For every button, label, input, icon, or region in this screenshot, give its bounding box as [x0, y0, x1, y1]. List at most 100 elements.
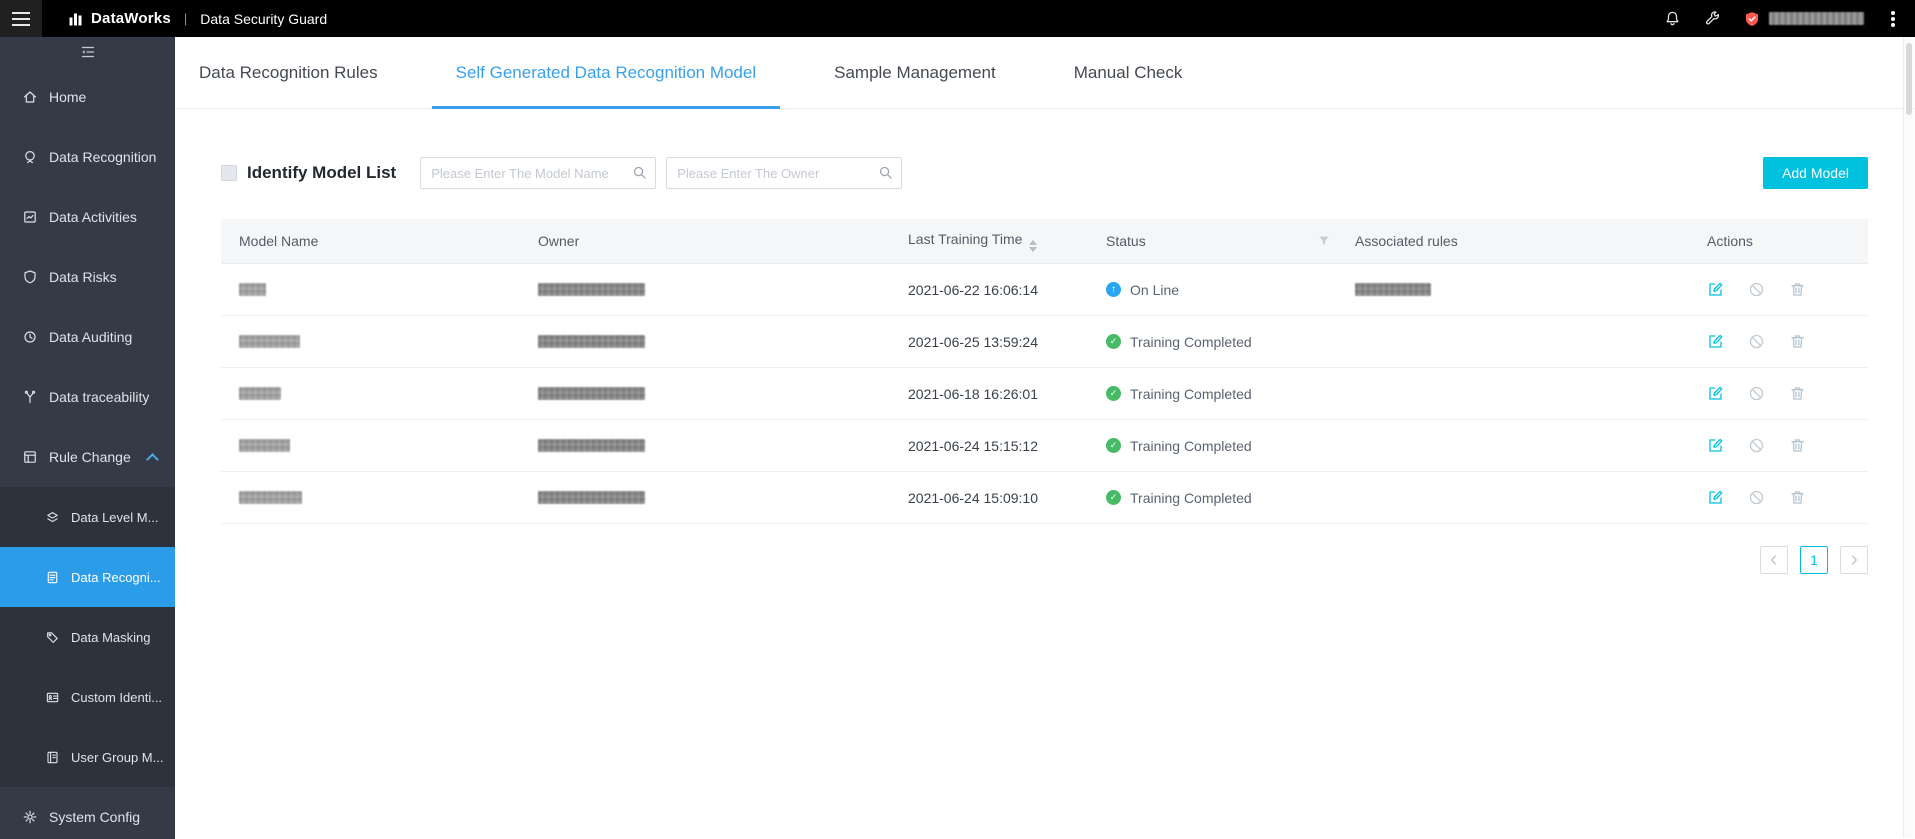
screen: DataWorks | Data Security Guard Home Dat… [0, 0, 1915, 839]
cell-owner [538, 387, 908, 400]
cell-model-name [221, 335, 538, 348]
table-row: 2021-06-24 15:15:12 Training Completed [221, 420, 1868, 472]
sidebar-subitem-custom-identification[interactable]: Custom Identi... [0, 667, 175, 727]
tab-self-generated-data-recognition-model[interactable]: Self Generated Data Recognition Model [431, 37, 781, 109]
model-name-search-input[interactable] [420, 157, 657, 189]
column-header-status: Status [1106, 233, 1355, 249]
sidebar-subitem-data-level[interactable]: Data Level M... [0, 487, 175, 547]
data-masking-icon [47, 631, 58, 643]
status-icon [1106, 386, 1121, 401]
sidebar-item-data-recognition[interactable]: Data Recognition [0, 127, 175, 187]
sort-icon[interactable] [1029, 239, 1038, 252]
table-header: Model Name Owner Last Training Time Stat… [221, 219, 1868, 264]
pagination: 1 [221, 546, 1868, 574]
sidebar-item-home[interactable]: Home [0, 67, 175, 127]
edit-icon[interactable] [1707, 281, 1724, 298]
associated-rules-redacted [1355, 283, 1431, 296]
sidebar-subitem-data-masking[interactable]: Data Masking [0, 607, 175, 667]
edit-icon[interactable] [1707, 385, 1724, 402]
sidebar-collapse-button[interactable] [0, 37, 175, 67]
edit-icon[interactable] [1707, 437, 1724, 454]
status-label: On Line [1130, 281, 1180, 298]
cell-owner [538, 283, 908, 296]
owner-search-input[interactable] [666, 157, 903, 189]
sidebar-item-label: Custom Identi... [71, 689, 163, 705]
cell-associated-rules [1355, 439, 1707, 452]
cell-actions [1707, 385, 1868, 402]
notification-bell-icon[interactable] [1664, 10, 1681, 27]
delete-icon[interactable] [1789, 489, 1806, 506]
sidebar-submenu: Data Level M... Data Recogni... Data Mas… [0, 487, 175, 787]
sidebar-item-rule-change[interactable]: Rule Change [0, 427, 175, 487]
disable-icon[interactable] [1748, 437, 1765, 454]
table-row: 2021-06-22 16:06:14 On Line [221, 264, 1868, 316]
hamburger-menu-button[interactable] [0, 0, 42, 37]
main-content: Data Recognition Rules Self Generated Da… [175, 37, 1915, 839]
disable-icon[interactable] [1748, 333, 1765, 350]
table-row: 2021-06-24 15:09:10 Training Completed [221, 472, 1868, 524]
tab-sample-management[interactable]: Sample Management [810, 37, 1020, 108]
cell-associated-rules [1355, 283, 1707, 296]
table-row: 2021-06-25 13:59:24 Training Completed [221, 316, 1868, 368]
add-model-button[interactable]: Add Model [1763, 157, 1868, 189]
filter-funnel-icon[interactable] [1317, 234, 1331, 248]
status-label: Training Completed [1130, 437, 1252, 454]
sidebar-item-data-risks[interactable]: Data Risks [0, 247, 175, 307]
delete-icon[interactable] [1789, 281, 1806, 298]
cell-owner [538, 491, 908, 504]
sidebar-item-label: Data Risks [49, 269, 117, 285]
tab-manual-check[interactable]: Manual Check [1050, 37, 1207, 108]
scrollbar-thumb[interactable] [1906, 43, 1912, 115]
chevron-up-icon [146, 453, 159, 466]
previous-page-button[interactable] [1760, 546, 1788, 574]
data-traceability-icon [24, 390, 36, 404]
owner-redacted [538, 439, 645, 452]
cell-status: Training Completed [1106, 490, 1355, 506]
table-body: 2021-06-22 16:06:14 On Line 2021-06- [221, 264, 1868, 524]
list-title: Identify Model List [247, 163, 397, 182]
data-recognition-sub-icon [47, 571, 58, 583]
security-shield-icon[interactable] [1744, 11, 1760, 27]
edit-icon[interactable] [1707, 333, 1724, 350]
owner-search [666, 157, 903, 189]
cell-actions [1707, 333, 1868, 350]
model-name-redacted [239, 387, 281, 400]
sidebar-item-data-auditing[interactable]: Data Auditing [0, 307, 175, 367]
edit-icon[interactable] [1707, 489, 1724, 506]
next-page-button[interactable] [1840, 546, 1868, 574]
brand-divider: | [183, 11, 188, 26]
page-body: Identify Model List Add Model [175, 109, 1915, 574]
delete-icon[interactable] [1789, 333, 1806, 350]
page-number-current[interactable]: 1 [1800, 546, 1828, 574]
owner-redacted [538, 491, 645, 504]
delete-icon[interactable] [1789, 385, 1806, 402]
sidebar-item-data-activities[interactable]: Data Activities [0, 187, 175, 247]
table-row: 2021-06-18 16:26:01 Training Completed [221, 368, 1868, 420]
page-scrollbar[interactable] [1903, 37, 1914, 838]
status-icon [1106, 438, 1121, 453]
user-group-icon [47, 751, 58, 763]
more-menu-icon[interactable] [1891, 16, 1895, 21]
cell-model-name [221, 387, 538, 400]
sidebar-subitem-user-group[interactable]: User Group M... [0, 727, 175, 787]
sidebar-item-label: Rule Change [49, 449, 131, 465]
model-table: Model Name Owner Last Training Time Stat… [221, 219, 1868, 524]
account-name-redacted[interactable] [1769, 12, 1864, 25]
topbar: DataWorks | Data Security Guard [0, 0, 1915, 37]
sidebar-item-label: Data Activities [49, 209, 137, 225]
disable-icon[interactable] [1748, 489, 1765, 506]
tab-data-recognition-rules[interactable]: Data Recognition Rules [175, 37, 402, 108]
delete-icon[interactable] [1789, 437, 1806, 454]
list-checkbox[interactable] [221, 165, 237, 181]
cell-actions [1707, 437, 1868, 454]
sidebar-subitem-data-recognition[interactable]: Data Recogni... [0, 547, 175, 607]
disable-icon[interactable] [1748, 385, 1765, 402]
sidebar-item-system-config[interactable]: System Config [0, 787, 175, 839]
cell-associated-rules [1355, 335, 1707, 348]
sidebar-item-data-traceability[interactable]: Data traceability [0, 367, 175, 427]
cell-associated-rules [1355, 491, 1707, 504]
product-name[interactable]: DataWorks [91, 10, 171, 27]
tools-wrench-icon[interactable] [1704, 10, 1721, 27]
status-icon [1106, 490, 1121, 505]
disable-icon[interactable] [1748, 281, 1765, 298]
